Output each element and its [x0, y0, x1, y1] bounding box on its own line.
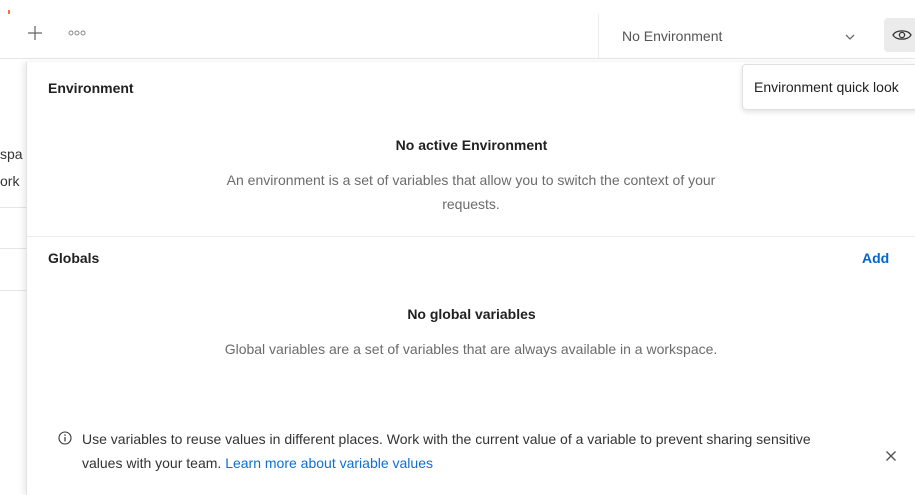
- no-active-environment-title: No active Environment: [395, 137, 548, 153]
- environment-quick-look-button[interactable]: [884, 18, 915, 52]
- add-global-button[interactable]: Add: [862, 250, 889, 266]
- info-banner-message: Use variables to reuse values in differe…: [82, 431, 811, 471]
- environment-selector[interactable]: No Environment: [599, 14, 879, 58]
- more-horizontal-icon: [68, 30, 86, 36]
- globals-section-title: Globals: [48, 250, 100, 266]
- close-icon: [886, 451, 896, 461]
- quick-look-tooltip-text: Environment quick look: [754, 79, 899, 95]
- info-icon: [58, 431, 72, 445]
- info-banner-text: Use variables to reuse values in differe…: [82, 427, 852, 475]
- plus-icon: [28, 26, 42, 40]
- sidebar-divider-1: [0, 207, 26, 208]
- learn-more-variable-values-link[interactable]: Learn more about variable values: [225, 455, 433, 471]
- no-active-environment-description: An environment is a set of variables tha…: [226, 172, 716, 212]
- environment-selector-label: No Environment: [622, 28, 723, 44]
- environment-section-title: Environment: [48, 80, 134, 96]
- eye-icon: [892, 30, 912, 40]
- new-tab-button[interactable]: [22, 20, 48, 46]
- globals-section-header: Globals Add: [27, 232, 915, 284]
- more-tabs-button[interactable]: [64, 20, 90, 46]
- sidebar-divider-2: [0, 248, 26, 249]
- chevron-down-icon: [845, 34, 855, 40]
- variables-info-banner: Use variables to reuse values in differe…: [27, 420, 915, 495]
- no-global-variables-title: No global variables: [407, 306, 536, 322]
- environment-quick-look-panel: Environment No active Environment An env…: [26, 62, 915, 495]
- quick-look-tooltip: Environment quick look: [742, 64, 915, 110]
- sidebar-fragment-2: ork: [0, 173, 20, 189]
- close-banner-button[interactable]: [883, 448, 899, 464]
- app-root: No Environment spa ork Environment No ac…: [0, 0, 915, 495]
- sidebar-divider-3: [0, 290, 26, 291]
- no-global-variables-description: Global variables are a set of variables …: [224, 341, 718, 357]
- sidebar-fragment-1: spa: [0, 146, 23, 162]
